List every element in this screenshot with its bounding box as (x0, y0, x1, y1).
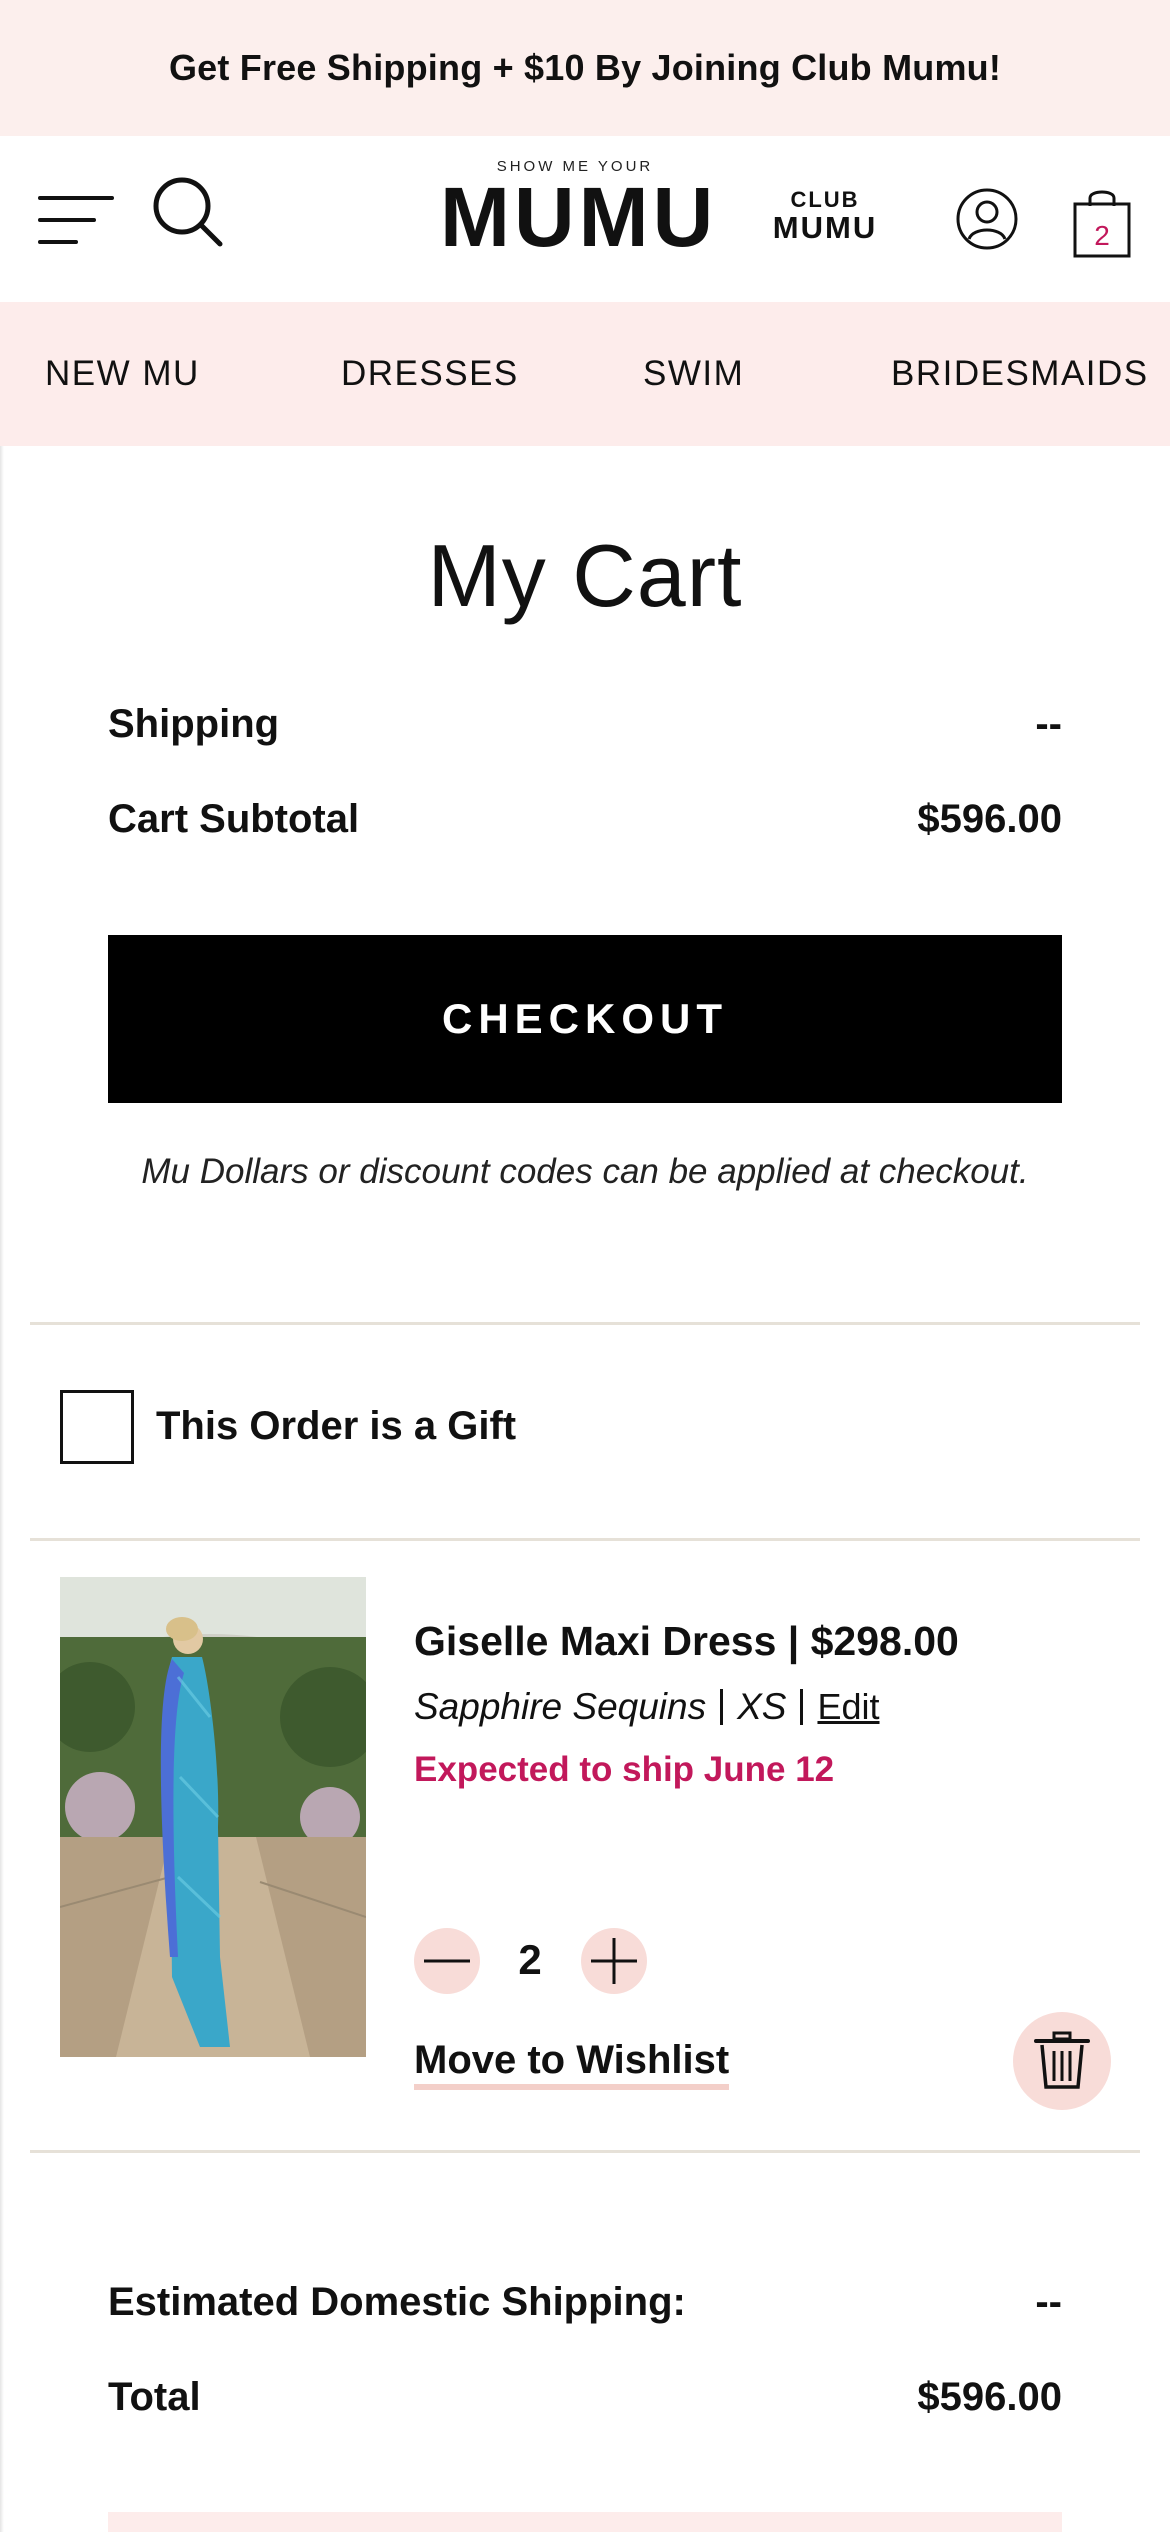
total-value: $596.00 (917, 2375, 1062, 2419)
trash-icon (1034, 2031, 1090, 2089)
total-row: Total $596.00 (108, 2375, 1062, 2420)
checkout-button[interactable]: CHECKOUT (108, 935, 1062, 1103)
total-label: Total (108, 2375, 201, 2419)
edit-link[interactable]: Edit (817, 1686, 879, 1728)
product-image[interactable] (60, 1577, 366, 2057)
club-label-bottom: MUMU (772, 210, 878, 245)
nav-item-swim[interactable]: SWIM (643, 354, 744, 394)
variant-separator (720, 1689, 724, 1725)
nav-item-bridesmaids[interactable]: BRIDESMAIDS (891, 354, 1149, 394)
shipping-label: Shipping (108, 702, 280, 746)
minus-icon (424, 1959, 470, 1963)
quantity-value: 2 (518, 1936, 542, 1983)
secondary-button-edge[interactable] (108, 2512, 1062, 2532)
estimated-shipping-label: Estimated Domestic Shipping: (108, 2280, 686, 2324)
logo-wordmark: MUMU (440, 170, 718, 264)
variant-separator (800, 1689, 804, 1725)
search-button[interactable] (148, 172, 228, 252)
site-header: SHOW ME YOUR MUMU CLUB MUMU 2 (0, 136, 1170, 302)
divider (30, 1538, 1140, 1541)
cart-button[interactable]: 2 (1072, 184, 1132, 260)
category-nav: NEW MU DRESSES SWIM BRIDESMAIDS (0, 302, 1170, 446)
divider (30, 1322, 1140, 1325)
estimated-shipping-value: -- (1035, 2280, 1062, 2324)
search-icon (153, 177, 223, 247)
gift-checkbox[interactable] (60, 1390, 134, 1464)
estimated-shipping-row: Estimated Domestic Shipping: -- (108, 2280, 1062, 2325)
subtotal-label: Cart Subtotal (108, 797, 360, 841)
subtotal-row: Cart Subtotal $596.00 (108, 797, 1062, 842)
product-photo (60, 1577, 366, 2057)
shipping-row: Shipping -- (108, 702, 1062, 747)
account-icon (956, 188, 1018, 250)
product-variant: Sapphire Sequins XS Edit (414, 1686, 880, 1728)
nav-item-dresses[interactable]: DRESSES (341, 354, 519, 394)
brand-logo[interactable]: SHOW ME YOUR MUMU (440, 158, 718, 264)
plus-icon (591, 1938, 637, 1984)
quantity-increase-button[interactable] (581, 1928, 647, 1994)
product-name-price[interactable]: Giselle Maxi Dress | $298.00 (414, 1618, 959, 1665)
promo-text: Get Free Shipping + $10 By Joining Club … (168, 47, 1002, 88)
quantity-decrease-button[interactable] (414, 1928, 480, 1994)
discount-note: Mu Dollars or discount codes can be appl… (141, 1152, 1029, 1191)
account-button[interactable] (954, 186, 1020, 252)
subtotal-value: $596.00 (917, 797, 1062, 841)
remove-item-button[interactable] (1013, 2012, 1111, 2110)
nav-item-new-mu[interactable]: NEW MU (45, 354, 200, 394)
promo-banner[interactable]: Get Free Shipping + $10 By Joining Club … (0, 0, 1170, 136)
ship-estimate: Expected to ship June 12 (414, 1750, 835, 1789)
shipping-value: -- (1035, 702, 1062, 746)
menu-icon (38, 196, 114, 244)
club-mumu-link[interactable]: CLUB MUMU (770, 186, 880, 245)
page-title: My Cart (427, 526, 743, 625)
move-to-wishlist-link[interactable]: Move to Wishlist (414, 2038, 730, 2090)
drawer-edge-shadow (0, 446, 4, 2532)
gift-label[interactable]: This Order is a Gift (156, 1404, 516, 1449)
variant-size: XS (737, 1686, 787, 1727)
divider (30, 2150, 1140, 2153)
cart-count-badge: 2 (1094, 220, 1110, 251)
menu-button[interactable] (34, 178, 118, 262)
variant-color: Sapphire Sequins (414, 1686, 707, 1727)
